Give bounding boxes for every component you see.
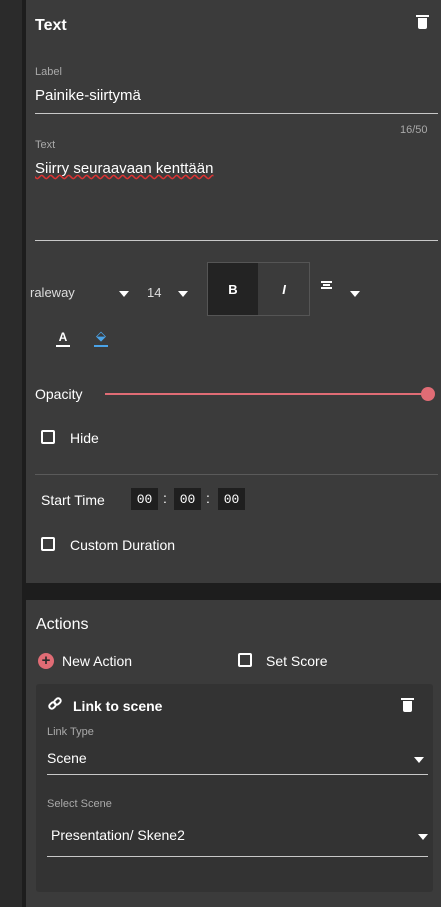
link-type-chevron-icon[interactable] xyxy=(414,757,424,763)
select-scene-underline xyxy=(47,856,428,857)
text-underline xyxy=(35,240,438,241)
link-icon xyxy=(48,697,62,710)
font-size-select[interactable]: 14 xyxy=(147,285,161,300)
opacity-slider-thumb[interactable] xyxy=(421,387,435,401)
text-input[interactable]: Siirry seuraavaan kenttään xyxy=(35,160,213,177)
align-dropdown-chevron-icon[interactable] xyxy=(350,291,360,297)
custom-duration-label: Custom Duration xyxy=(70,537,176,553)
link-type-label: Link Type xyxy=(47,726,94,738)
divider xyxy=(35,474,438,475)
bold-button[interactable]: B xyxy=(208,263,258,315)
actions-title: Actions xyxy=(36,616,89,633)
set-score-label: Set Score xyxy=(266,653,328,669)
select-scene-chevron-icon[interactable] xyxy=(418,834,428,840)
opacity-slider[interactable] xyxy=(105,393,426,395)
action-card-title: Link to scene xyxy=(73,698,163,714)
hide-label: Hide xyxy=(70,430,99,446)
actions-panel: Actions + New Action Set Score Link to s… xyxy=(26,600,441,907)
add-action-icon[interactable]: + xyxy=(38,653,54,669)
start-time-label: Start Time xyxy=(41,492,105,508)
panel-title: Text xyxy=(35,17,67,34)
delete-icon[interactable] xyxy=(416,15,429,29)
label-field-label: Label xyxy=(35,66,62,78)
label-input[interactable]: Painike-siirtymä xyxy=(35,87,141,104)
link-type-underline xyxy=(47,774,428,775)
font-color-icon[interactable]: A xyxy=(56,331,70,347)
size-dropdown-chevron-icon[interactable] xyxy=(178,291,188,297)
start-time-hours[interactable]: 00 xyxy=(131,488,158,510)
set-score-checkbox[interactable] xyxy=(238,653,252,667)
opacity-label: Opacity xyxy=(35,386,83,402)
align-center-icon[interactable] xyxy=(321,281,332,292)
start-time-minutes[interactable]: 00 xyxy=(174,488,201,510)
left-edge-bar xyxy=(0,0,22,907)
time-colon: : xyxy=(163,490,167,506)
label-underline xyxy=(35,113,438,114)
style-button-group: B I xyxy=(207,262,310,316)
select-scene-select[interactable]: Presentation/ Skene2 xyxy=(51,827,185,843)
start-time-seconds[interactable]: 00 xyxy=(218,488,245,510)
fill-color-icon[interactable]: ⬙ xyxy=(94,329,108,347)
text-properties-panel: Text Label Painike-siirtymä 16/50 Text S… xyxy=(26,0,441,583)
font-select[interactable]: raleway xyxy=(30,285,75,300)
new-action-button[interactable]: New Action xyxy=(62,653,132,669)
font-dropdown-chevron-icon[interactable] xyxy=(119,291,129,297)
custom-duration-checkbox[interactable] xyxy=(41,537,55,551)
delete-action-icon[interactable] xyxy=(401,698,414,712)
char-counter: 16/50 xyxy=(400,124,428,136)
action-card: Link to scene Link Type Scene Select Sce… xyxy=(36,684,433,892)
italic-button[interactable]: I xyxy=(259,263,309,315)
text-field-label: Text xyxy=(35,139,56,151)
time-colon: : xyxy=(206,490,210,506)
select-scene-label: Select Scene xyxy=(47,798,112,810)
link-type-select[interactable]: Scene xyxy=(47,750,87,766)
hide-checkbox[interactable] xyxy=(41,430,55,444)
